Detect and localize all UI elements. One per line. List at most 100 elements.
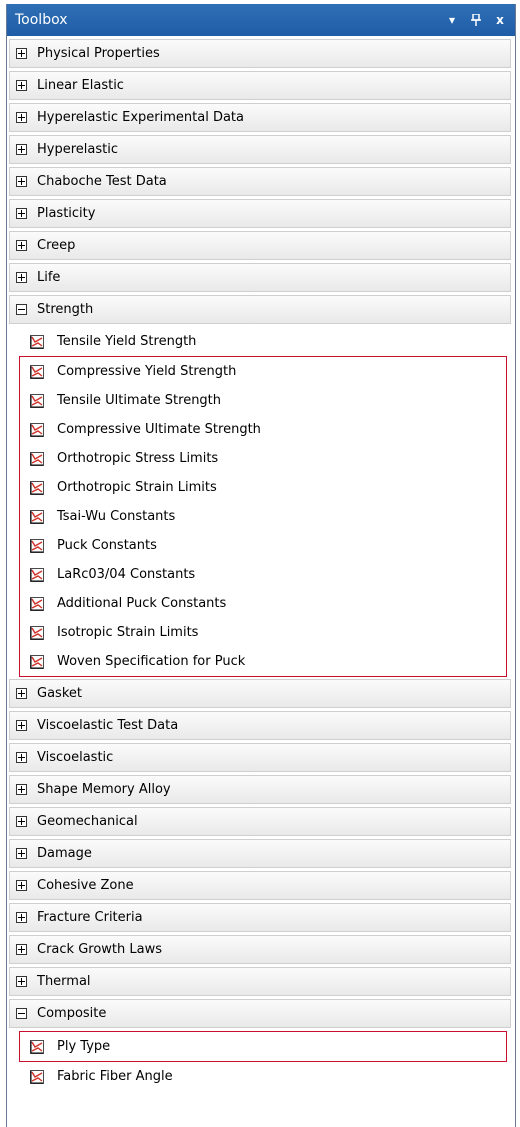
expand-plus-icon[interactable] — [16, 112, 27, 123]
chart-icon — [30, 451, 44, 466]
close-icon[interactable]: x — [491, 11, 509, 29]
list-item-tensile-ultimate-strength[interactable]: Tensile Ultimate Strength — [20, 386, 506, 415]
list-item-orthotropic-strain-limits[interactable]: Orthotropic Strain Limits — [20, 473, 506, 502]
category-creep[interactable]: Creep — [9, 231, 511, 260]
category-label: Creep — [37, 238, 76, 253]
item-label: Tensile Ultimate Strength — [57, 393, 222, 408]
list-item-orthotropic-stress-limits[interactable]: Orthotropic Stress Limits — [20, 444, 506, 473]
list-item-tensile-yield-strength[interactable]: Tensile Yield Strength — [9, 327, 511, 356]
category-shape-memory-alloy[interactable]: Shape Memory Alloy — [9, 775, 511, 804]
expand-plus-icon[interactable] — [16, 48, 27, 59]
list-item-fabric-fiber-angle[interactable]: Fabric Fiber Angle — [9, 1062, 511, 1091]
collapse-minus-icon[interactable] — [16, 304, 27, 315]
list-item-compressive-ultimate-strength[interactable]: Compressive Ultimate Strength — [20, 415, 506, 444]
category-plasticity[interactable]: Plasticity — [9, 199, 511, 228]
category-damage[interactable]: Damage — [9, 839, 511, 868]
chart-icon — [30, 334, 44, 349]
highlight-box-composite: Ply Type — [19, 1031, 507, 1062]
expand-plus-icon[interactable] — [16, 80, 27, 91]
chart-icon — [30, 480, 44, 495]
expand-plus-icon[interactable] — [16, 272, 27, 283]
chart-icon — [30, 1069, 44, 1084]
expand-plus-icon[interactable] — [16, 880, 27, 891]
item-label: Ply Type — [57, 1039, 111, 1054]
category-gasket[interactable]: Gasket — [9, 679, 511, 708]
category-hyperelastic-experimental-data[interactable]: Hyperelastic Experimental Data — [9, 103, 511, 132]
item-label: Compressive Yield Strength — [57, 364, 237, 379]
category-chaboche-test-data[interactable]: Chaboche Test Data — [9, 167, 511, 196]
list-item-larc-constants[interactable]: LaRc03/04 Constants — [20, 560, 506, 589]
category-composite[interactable]: Composite — [9, 999, 511, 1028]
category-cohesive-zone[interactable]: Cohesive Zone — [9, 871, 511, 900]
chart-icon — [30, 625, 44, 640]
list-item-additional-puck-constants[interactable]: Additional Puck Constants — [20, 589, 506, 618]
category-label: Shape Memory Alloy — [37, 782, 171, 797]
category-label: Gasket — [37, 686, 82, 701]
category-life[interactable]: Life — [9, 263, 511, 292]
toolbox-title: Toolbox — [15, 12, 68, 28]
toolbox-titlebar: Toolbox ▾ x — [7, 4, 515, 36]
expand-plus-icon[interactable] — [16, 144, 27, 155]
expand-plus-icon[interactable] — [16, 816, 27, 827]
chart-icon — [30, 538, 44, 553]
list-item-tsai-wu-constants[interactable]: Tsai-Wu Constants — [20, 502, 506, 531]
chart-icon — [30, 596, 44, 611]
list-item-puck-constants[interactable]: Puck Constants — [20, 531, 506, 560]
highlight-box-strength: Compressive Yield Strength Tensile Ultim… — [19, 356, 507, 677]
category-fracture-criteria[interactable]: Fracture Criteria — [9, 903, 511, 932]
list-item-isotropic-strain-limits[interactable]: Isotropic Strain Limits — [20, 618, 506, 647]
chart-icon — [30, 654, 44, 669]
category-hyperelastic[interactable]: Hyperelastic — [9, 135, 511, 164]
category-label: Thermal — [37, 974, 91, 989]
category-label: Fracture Criteria — [37, 910, 143, 925]
expand-plus-icon[interactable] — [16, 848, 27, 859]
expand-plus-icon[interactable] — [16, 208, 27, 219]
expand-plus-icon[interactable] — [16, 912, 27, 923]
item-label: Tensile Yield Strength — [57, 334, 197, 349]
chart-icon — [30, 509, 44, 524]
expand-plus-icon[interactable] — [16, 976, 27, 987]
item-label: Orthotropic Strain Limits — [57, 480, 217, 495]
category-thermal[interactable]: Thermal — [9, 967, 511, 996]
chart-icon — [30, 422, 44, 437]
category-label: Damage — [37, 846, 92, 861]
expand-plus-icon[interactable] — [16, 240, 27, 251]
item-label: Orthotropic Stress Limits — [57, 451, 219, 466]
item-label: Fabric Fiber Angle — [57, 1069, 173, 1084]
category-label: Life — [37, 270, 61, 285]
expand-plus-icon[interactable] — [16, 688, 27, 699]
chart-icon — [30, 364, 44, 379]
expand-plus-icon[interactable] — [16, 784, 27, 795]
category-crack-growth-laws[interactable]: Crack Growth Laws — [9, 935, 511, 964]
category-viscoelastic[interactable]: Viscoelastic — [9, 743, 511, 772]
category-label: Linear Elastic — [37, 78, 124, 93]
category-geomechanical[interactable]: Geomechanical — [9, 807, 511, 836]
expand-plus-icon[interactable] — [16, 752, 27, 763]
list-item-ply-type[interactable]: Ply Type — [20, 1032, 506, 1061]
item-label: Isotropic Strain Limits — [57, 625, 199, 640]
item-label: Woven Specification for Puck — [57, 654, 246, 669]
list-item-woven-specification-for-puck[interactable]: Woven Specification for Puck — [20, 647, 506, 676]
item-label: Additional Puck Constants — [57, 596, 227, 611]
category-strength[interactable]: Strength — [9, 295, 511, 324]
chart-icon — [30, 567, 44, 582]
category-label: Hyperelastic Experimental Data — [37, 110, 244, 125]
collapse-minus-icon[interactable] — [16, 1008, 27, 1019]
category-physical-properties[interactable]: Physical Properties — [9, 39, 511, 68]
expand-plus-icon[interactable] — [16, 720, 27, 731]
expand-plus-icon[interactable] — [16, 944, 27, 955]
category-label: Crack Growth Laws — [37, 942, 162, 957]
pin-icon[interactable] — [467, 11, 485, 29]
expand-plus-icon[interactable] — [16, 176, 27, 187]
dropdown-arrow-icon[interactable]: ▾ — [443, 11, 461, 29]
strength-items: Tensile Yield Strength Compressive Yield… — [9, 327, 511, 677]
category-label: Physical Properties — [37, 46, 160, 61]
category-label: Geomechanical — [37, 814, 138, 829]
category-linear-elastic[interactable]: Linear Elastic — [9, 71, 511, 100]
item-label: LaRc03/04 Constants — [57, 567, 196, 582]
category-viscoelastic-test-data[interactable]: Viscoelastic Test Data — [9, 711, 511, 740]
category-label: Hyperelastic — [37, 142, 118, 157]
composite-items: Ply Type Fabric Fiber Angle — [9, 1031, 511, 1091]
item-label: Tsai-Wu Constants — [57, 509, 176, 524]
list-item-compressive-yield-strength[interactable]: Compressive Yield Strength — [20, 357, 506, 386]
